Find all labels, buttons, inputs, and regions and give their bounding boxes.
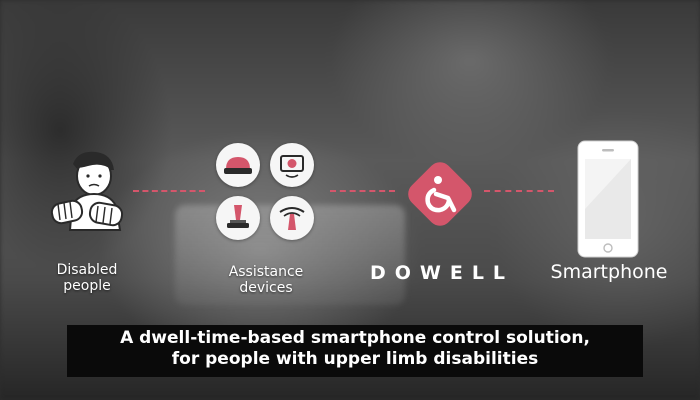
- camera-sensor-icon: [280, 155, 304, 178]
- device-circle-sip-puff: [270, 196, 314, 240]
- label-assistance-devices: Assistance devices: [214, 264, 318, 296]
- cushion-switch-icon: [224, 157, 252, 174]
- caption-line1: A dwell-time-based smartphone control so…: [120, 328, 590, 348]
- sip-puff-icon: [279, 207, 305, 230]
- label-disabled-line2: people: [63, 278, 111, 294]
- device-circle-camera: [270, 143, 314, 187]
- label-disabled-people: Disabled people: [42, 262, 132, 294]
- label-assistance-line1: Assistance: [228, 264, 304, 280]
- label-disabled-line1: Disabled: [56, 262, 118, 278]
- smartphone-icon: [577, 140, 639, 258]
- connector-line-1: [133, 190, 205, 192]
- device-circle-cushion: [216, 143, 260, 187]
- connector-line-2: [330, 190, 395, 192]
- dowell-logo-icon: [408, 162, 472, 226]
- device-circle-joystick: [216, 196, 260, 240]
- label-smartphone: Smartphone: [550, 261, 668, 283]
- connector-line-3: [484, 190, 554, 192]
- brand-name: DOWELL: [369, 262, 515, 284]
- caption-line2: for people with upper limb disabilities: [171, 349, 539, 369]
- caption-text: A dwell-time-based smartphone control so…: [67, 328, 643, 370]
- label-assistance-line2: devices: [239, 280, 293, 296]
- joystick-switch-icon: [227, 205, 249, 228]
- person-cast-arms-icon: [50, 151, 124, 231]
